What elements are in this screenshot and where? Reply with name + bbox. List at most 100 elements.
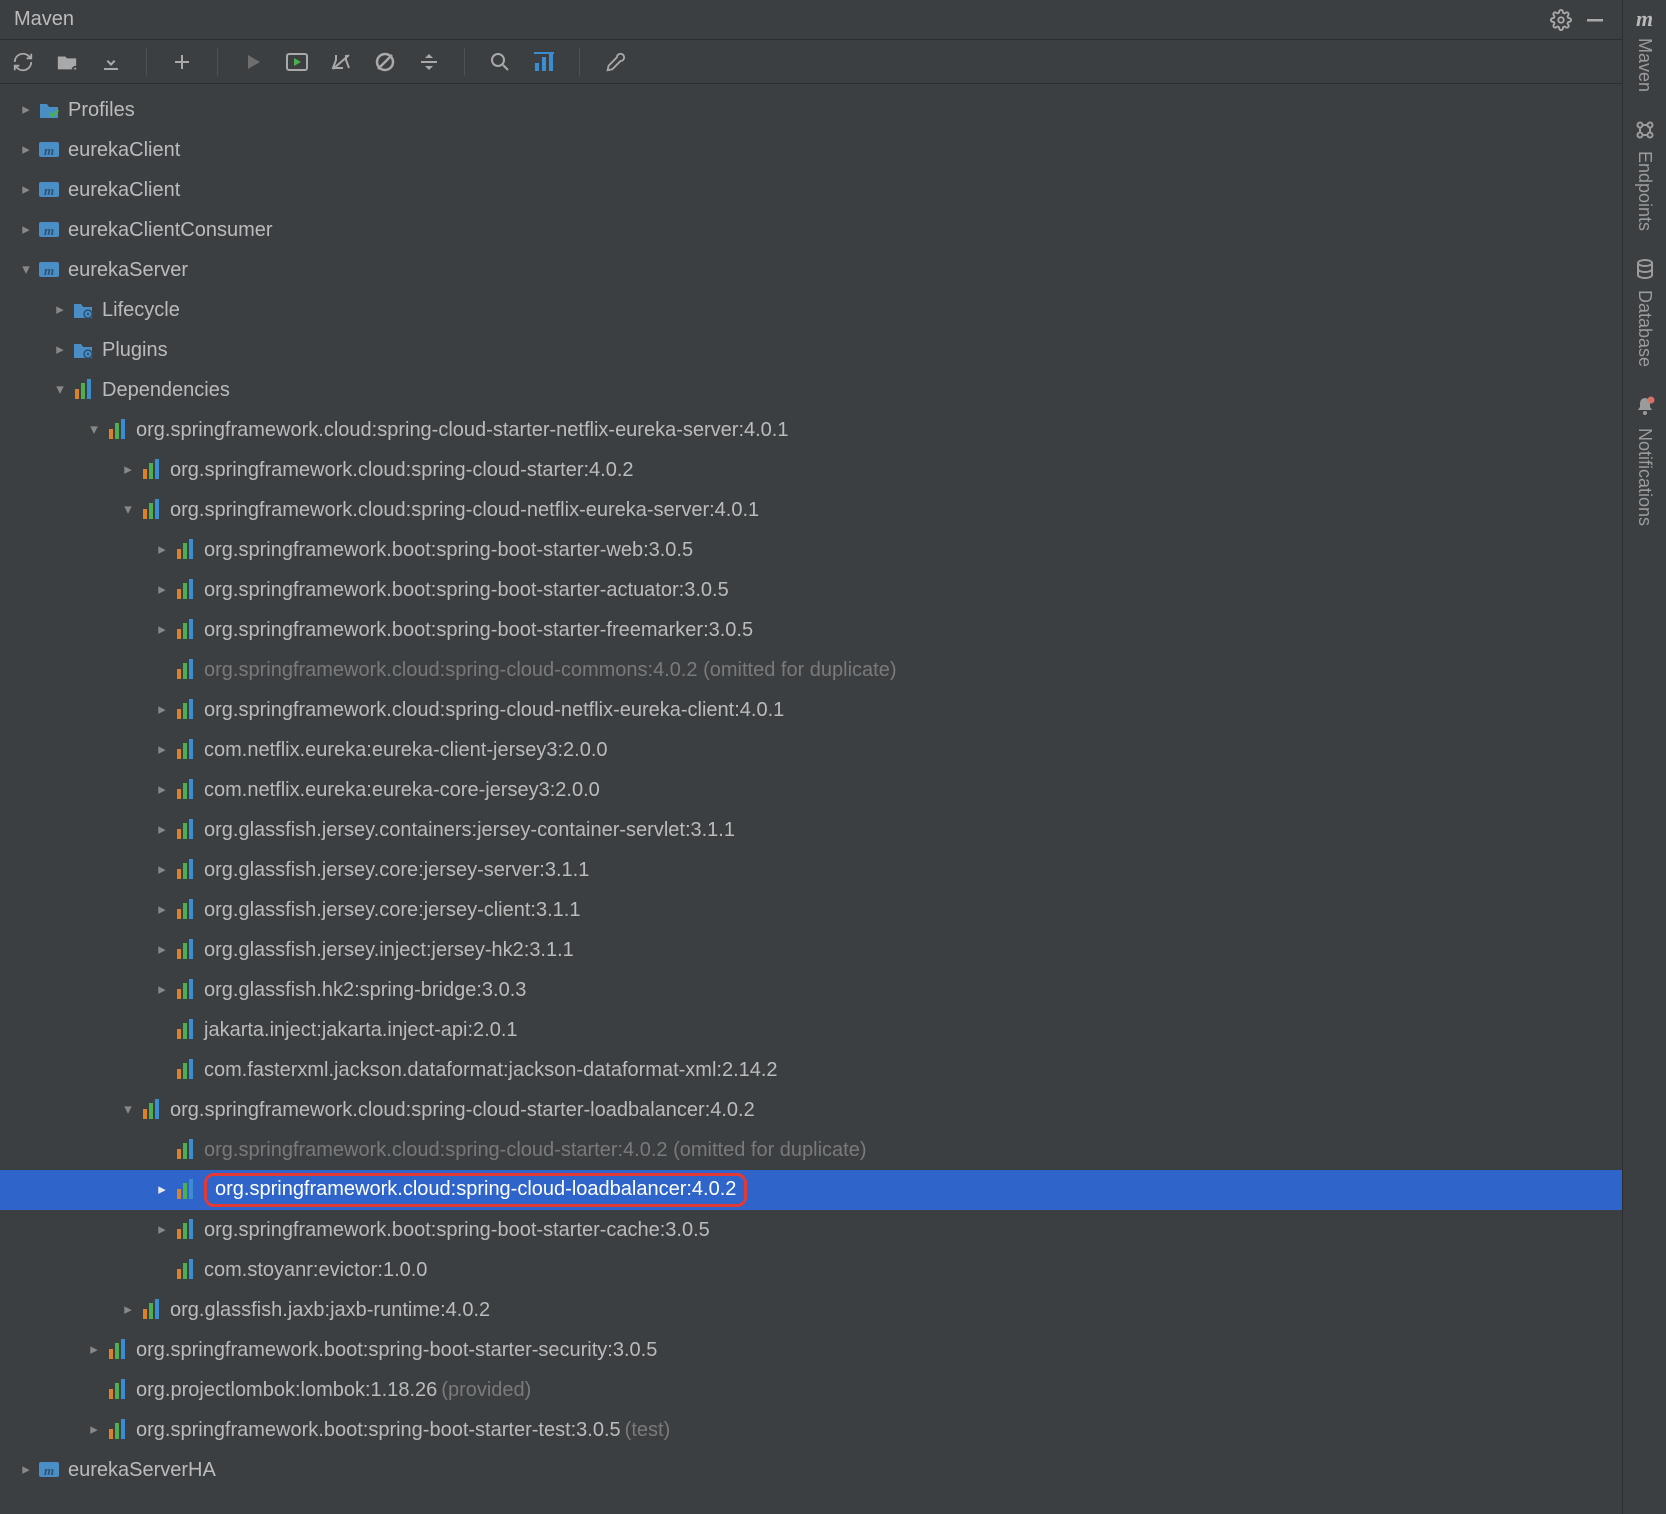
chevron-right-icon[interactable]: ▸	[14, 1461, 38, 1479]
chevron-down-icon[interactable]: ▾	[116, 501, 140, 519]
tree-row[interactable]: ▸org.springframework.cloud:spring-cloud-…	[0, 1170, 1622, 1210]
tree-row[interactable]: ▸Plugins	[0, 330, 1622, 370]
chevron-right-icon[interactable]: ▸	[14, 181, 38, 199]
tree-row[interactable]: ▸org.glassfish.jersey.core:jersey-client…	[0, 890, 1622, 930]
tree-row[interactable]: ▸Profiles	[0, 90, 1622, 130]
run-config-icon[interactable]	[284, 49, 310, 75]
tree-row[interactable]: ▾eurekaServer	[0, 250, 1622, 290]
chevron-right-icon[interactable]: ▸	[116, 461, 140, 479]
tree-row[interactable]: ▸Lifecycle	[0, 290, 1622, 330]
tree-row[interactable]: ▸eurekaClient	[0, 170, 1622, 210]
tree-row[interactable]: ▸org.glassfish.jersey.inject:jersey-hk2:…	[0, 930, 1622, 970]
tree-row[interactable]: ▸org.glassfish.jersey.core:jersey-server…	[0, 850, 1622, 890]
maven-module-icon	[38, 218, 62, 242]
chevron-right-icon[interactable]: ▸	[48, 301, 72, 319]
chevron-down-icon[interactable]: ▾	[82, 421, 106, 439]
chevron-right-icon[interactable]: ▸	[150, 1181, 174, 1199]
tree-row[interactable]: ▸org.springframework.cloud:spring-cloud-…	[0, 1130, 1622, 1170]
chevron-right-icon[interactable]: ▸	[150, 741, 174, 759]
tree-row[interactable]: ▾org.springframework.cloud:spring-cloud-…	[0, 1090, 1622, 1130]
tree-row[interactable]: ▸com.stoyanr:evictor:1.0.0	[0, 1250, 1622, 1290]
settings-icon[interactable]	[1548, 7, 1574, 33]
tree-row[interactable]: ▸jakarta.inject:jakarta.inject-api:2.0.1	[0, 1010, 1622, 1050]
maven-settings-icon[interactable]	[602, 49, 628, 75]
tab-endpoints[interactable]: Endpoints	[1634, 120, 1655, 231]
tree-row[interactable]: ▸ eurekaClientConsumer	[0, 210, 1622, 250]
tree-row[interactable]: ▸org.glassfish.jersey.containers:jersey-…	[0, 810, 1622, 850]
tree-row[interactable]: ▸com.netflix.eureka:eureka-client-jersey…	[0, 730, 1622, 770]
chevron-right-icon[interactable]: ▸	[150, 901, 174, 919]
tree-label: org.projectlombok:lombok:1.18.26	[136, 1378, 437, 1402]
chevron-right-icon[interactable]: ▸	[150, 821, 174, 839]
bars-icon	[106, 1338, 130, 1362]
tab-notifications[interactable]: Notifications	[1634, 395, 1656, 526]
chevron-right-icon[interactable]: ▸	[150, 941, 174, 959]
chevron-right-icon[interactable]: ▸	[150, 781, 174, 799]
tree-row[interactable]: ▸org.glassfish.jaxb:jaxb-runtime:4.0.2	[0, 1290, 1622, 1330]
chevron-right-icon[interactable]: ▸	[150, 541, 174, 559]
chevron-right-icon[interactable]: ▸	[150, 581, 174, 599]
run-icon[interactable]	[240, 49, 266, 75]
tree-row[interactable]: ▸com.netflix.eureka:eureka-core-jersey3:…	[0, 770, 1622, 810]
tree-row[interactable]: ▸ org.springframework.boot:spring-boot-st…	[0, 1210, 1622, 1250]
chevron-right-icon[interactable]: ▸	[150, 701, 174, 719]
tree-row[interactable]: ▸org.springframework.cloud:spring-cloud-…	[0, 690, 1622, 730]
bars-icon	[174, 898, 198, 922]
tree-label: eurekaClientConsumer	[68, 218, 273, 242]
analyze-icon[interactable]	[487, 49, 513, 75]
reload-icon[interactable]	[10, 49, 36, 75]
toolbar-separator	[579, 48, 580, 76]
chevron-down-icon[interactable]: ▾	[48, 381, 72, 399]
chevron-right-icon[interactable]: ▸	[116, 1301, 140, 1319]
bars-icon	[174, 698, 198, 722]
chevron-right-icon[interactable]: ▸	[14, 141, 38, 159]
tab-maven[interactable]: m Maven	[1634, 6, 1655, 92]
tree-row[interactable]: ▸org.projectlombok:lombok:1.18.26 (provi…	[0, 1370, 1622, 1410]
dependency-tree[interactable]: ▸Profiles▸eurekaClient▸eurekaClient▸eure…	[0, 84, 1622, 1514]
right-toolwindow-bar: m Maven Endpoints Database Notifications	[1622, 0, 1666, 1514]
chevron-right-icon[interactable]: ▸	[150, 621, 174, 639]
panel-title: Maven	[14, 8, 1540, 31]
bars-icon	[106, 1378, 130, 1402]
chevron-right-icon[interactable]: ▸	[14, 221, 38, 239]
tree-row[interactable]: ▸eurekaClient	[0, 130, 1622, 170]
tab-label: Maven	[1634, 38, 1655, 92]
tree-row[interactable]: ▾org.springframework.cloud:spring-cloud-…	[0, 410, 1622, 450]
tree-row[interactable]: ▸org.springframework.boot:spring-boot-st…	[0, 610, 1622, 650]
bars-icon	[174, 658, 198, 682]
toggle-skip-tests-icon[interactable]	[328, 49, 354, 75]
tab-database[interactable]: Database	[1634, 259, 1655, 367]
collapse-all-icon[interactable]	[416, 49, 442, 75]
add-icon[interactable]	[169, 49, 195, 75]
chevron-right-icon[interactable]: ▸	[48, 341, 72, 359]
chevron-right-icon[interactable]: ▸	[82, 1341, 106, 1359]
tree-row[interactable]: ▸org.glassfish.hk2:spring-bridge:3.0.3	[0, 970, 1622, 1010]
chevron-right-icon[interactable]: ▸	[150, 861, 174, 879]
tree-row[interactable]: ▸org.springframework.boot:spring-boot-st…	[0, 1410, 1622, 1450]
tree-row[interactable]: ▸ org.springframework.boot:spring-boot-st…	[0, 530, 1622, 570]
bars-icon	[174, 618, 198, 642]
chevron-right-icon[interactable]: ▸	[150, 981, 174, 999]
chevron-down-icon[interactable]: ▾	[14, 261, 38, 279]
tree-row[interactable]: ▸org.springframework.boot:spring-boot-st…	[0, 570, 1622, 610]
toggle-offline-icon[interactable]	[372, 49, 398, 75]
chevron-down-icon[interactable]: ▾	[116, 1101, 140, 1119]
tree-row[interactable]: ▸org.springframework.cloud:spring-cloud-…	[0, 450, 1622, 490]
chevron-right-icon[interactable]: ▸	[14, 101, 38, 119]
maven-module-icon	[38, 258, 62, 282]
bars-icon	[174, 738, 198, 762]
tree-row[interactable]: ▾org.springframework.cloud:spring-cloud-…	[0, 490, 1622, 530]
download-icon[interactable]	[98, 49, 124, 75]
tree-row[interactable]: ▸eurekaServerHA	[0, 1450, 1622, 1490]
tree-label: org.springframework.boot:spring-boot-sta…	[204, 538, 693, 562]
tree-row[interactable]: ▸org.springframework.boot:spring-boot-st…	[0, 1330, 1622, 1370]
chevron-right-icon[interactable]: ▸	[150, 1221, 174, 1239]
show-diagram-icon[interactable]	[531, 49, 557, 75]
tree-row[interactable]: ▸com.fasterxml.jackson.dataformat:jackso…	[0, 1050, 1622, 1090]
generate-sources-icon[interactable]	[54, 49, 80, 75]
tree-row[interactable]: ▾Dependencies	[0, 370, 1622, 410]
chevron-right-icon[interactable]: ▸	[82, 1421, 106, 1439]
tree-label: org.springframework.boot:spring-boot-sta…	[204, 1218, 710, 1242]
minimize-icon[interactable]	[1582, 7, 1608, 33]
tree-row[interactable]: ▸org.springframework.cloud:spring-cloud-…	[0, 650, 1622, 690]
